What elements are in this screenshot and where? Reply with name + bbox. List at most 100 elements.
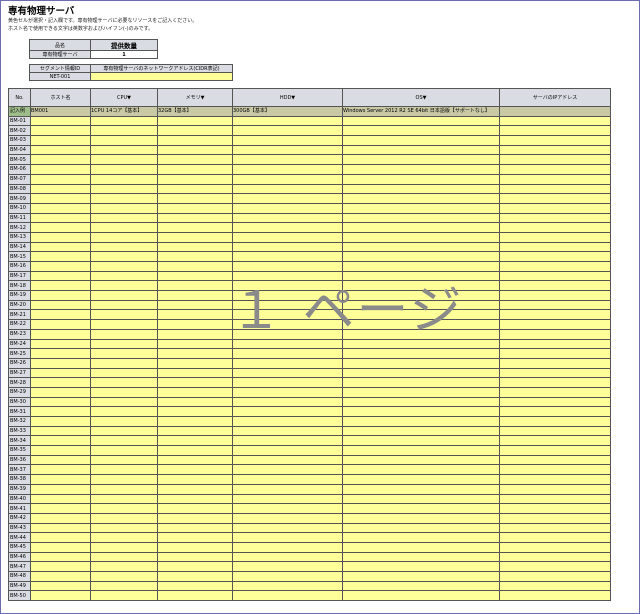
hdd-select[interactable] [232,222,343,233]
hdd-select[interactable] [232,435,343,447]
os-select[interactable] [342,580,500,592]
hdd-select[interactable] [232,154,343,166]
hostname-input[interactable] [30,290,91,301]
hostname-input[interactable] [30,338,91,350]
hostname-input[interactable] [30,328,91,340]
memory-select[interactable] [157,164,233,175]
memory-select[interactable] [157,319,233,330]
memory-select[interactable] [157,483,233,495]
hostname-input[interactable] [30,571,91,582]
ip-input[interactable] [499,571,611,582]
hostname-input[interactable] [30,454,91,466]
memory-select[interactable] [157,251,233,262]
cpu-select[interactable] [90,125,158,137]
os-select[interactable] [342,416,500,427]
hdd-select[interactable] [232,474,343,485]
hdd-select[interactable] [232,135,343,146]
cpu-select[interactable] [90,280,158,292]
cpu-select[interactable] [90,231,158,243]
cpu-select[interactable] [90,425,158,437]
hostname-input[interactable] [30,580,91,592]
os-select[interactable] [342,406,500,417]
ip-input[interactable] [499,212,611,224]
hostname-input[interactable] [30,280,91,292]
hdd-select[interactable] [232,590,343,602]
memory-select[interactable] [157,454,233,466]
hostname-input[interactable] [30,125,91,137]
hdd-select[interactable] [232,425,343,437]
hostname-input[interactable] [30,425,91,437]
hostname-input[interactable] [30,193,91,204]
ip-input[interactable] [499,590,611,602]
memory-select[interactable] [157,357,233,369]
memory-select[interactable] [157,290,233,301]
memory-select[interactable] [157,367,233,379]
hdd-select[interactable] [232,202,343,214]
cpu-select[interactable] [90,474,158,485]
cpu-select[interactable] [90,590,158,602]
memory-select[interactable] [157,222,233,233]
cpu-select[interactable] [90,164,158,175]
hdd-select[interactable] [232,183,343,195]
ip-input[interactable] [499,377,611,388]
ip-input[interactable] [499,125,611,137]
cpu-select[interactable] [90,580,158,592]
hostname-input[interactable] [30,154,91,166]
ip-input[interactable] [499,338,611,350]
hdd-select[interactable] [232,377,343,388]
ip-input[interactable] [499,309,611,321]
hostname-input[interactable] [30,231,91,243]
memory-select[interactable] [157,474,233,485]
hdd-select[interactable] [232,483,343,495]
ip-input[interactable] [499,396,611,408]
memory-select[interactable] [157,580,233,592]
memory-select[interactable] [157,561,233,572]
memory-select[interactable] [157,571,233,582]
ip-input[interactable] [499,454,611,466]
os-select[interactable] [342,493,500,505]
ip-input[interactable] [499,290,611,301]
memory-select[interactable] [157,270,233,282]
os-select[interactable] [342,435,500,447]
hdd-select[interactable] [232,241,343,253]
os-select[interactable] [342,396,500,408]
hostname-input[interactable] [30,222,91,233]
cpu-select[interactable] [90,541,158,553]
hdd-select[interactable] [232,396,343,408]
ip-input[interactable] [499,425,611,437]
os-select[interactable] [342,222,500,233]
hdd-select[interactable] [232,580,343,592]
ip-input[interactable] [499,154,611,166]
ip-input[interactable] [499,241,611,253]
hdd-select[interactable] [232,144,343,156]
ip-input[interactable] [499,503,611,514]
cpu-select[interactable] [90,357,158,369]
memory-select[interactable] [157,173,233,185]
segment-address-input[interactable] [90,72,233,81]
ip-input[interactable] [499,319,611,330]
cpu-select[interactable] [90,135,158,146]
hdd-select[interactable] [232,541,343,553]
os-select[interactable] [342,154,500,166]
column-header-cpu[interactable]: CPU▼ [90,88,158,107]
os-select[interactable] [342,135,500,146]
memory-select[interactable] [157,154,233,166]
os-select[interactable] [342,348,500,359]
os-select[interactable] [342,241,500,253]
os-select[interactable] [342,251,500,262]
memory-select[interactable] [157,503,233,514]
memory-select[interactable] [157,135,233,146]
os-select[interactable] [342,125,500,137]
os-select[interactable] [342,561,500,572]
ip-input[interactable] [499,416,611,427]
quantity-item-value[interactable]: 1 [90,50,158,59]
hostname-input[interactable] [30,551,91,563]
memory-select[interactable] [157,532,233,543]
os-select[interactable] [342,425,500,437]
memory-select[interactable] [157,241,233,253]
hostname-input[interactable] [30,435,91,447]
cpu-select[interactable] [90,512,158,524]
hdd-select[interactable] [232,164,343,175]
cpu-select[interactable] [90,532,158,543]
memory-select[interactable] [157,299,233,311]
